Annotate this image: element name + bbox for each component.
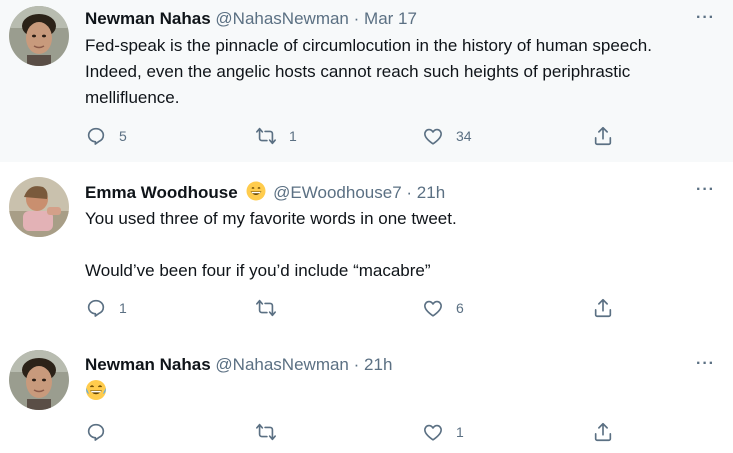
avatar[interactable] [9,350,69,410]
share-icon [594,126,612,146]
tweet-header: Newman Nahas @NahasNewman · Mar 17 [85,9,417,29]
like-button[interactable]: 1 [422,420,464,444]
reply-button[interactable]: 5 [85,124,127,148]
more-options-icon[interactable]: ··· [696,355,715,373]
heart-icon [424,128,442,145]
tweet-text-line: Fed-speak is the pinnacle of circumlocut… [85,36,652,55]
separator-dot: · [406,183,413,202]
more-options-icon[interactable]: ··· [696,181,715,199]
share-button[interactable] [592,296,614,320]
tweet-3[interactable]: Newman Nahas @NahasNewman · 21h ··· 1 [0,338,733,453]
tweet-text: Fed-speak is the pinnacle of circumlocut… [85,33,715,111]
reply-count: 1 [119,300,127,316]
like-count: 6 [456,300,464,316]
retweet-button[interactable] [255,420,289,444]
tweet-2[interactable]: Emma Woodhouse @EWoodhouse7 · 21h ··· Yo… [0,162,733,338]
author-handle[interactable]: @NahasNewman [215,355,348,374]
reply-icon [87,423,105,441]
reply-icon [87,299,105,317]
tweet-text-line: Indeed, even the angelic hosts cannot re… [85,62,631,81]
timestamp[interactable]: 21h [364,355,392,374]
retweet-icon [256,299,276,317]
separator-dot: · [353,355,360,374]
author-handle[interactable]: @EWoodhouse7 [273,183,401,202]
retweet-icon [256,127,276,145]
reply-button[interactable]: 1 [85,296,127,320]
share-icon [594,298,612,318]
heart-icon [424,424,442,441]
timestamp[interactable]: Mar 17 [364,9,417,28]
share-icon [594,422,612,442]
grinning-face-icon [246,181,266,206]
retweet-icon [256,423,276,441]
heart-icon [424,300,442,317]
separator-dot: · [353,9,360,28]
timestamp[interactable]: 21h [417,183,445,202]
like-count: 1 [456,424,464,440]
tweet-header: Emma Woodhouse @EWoodhouse7 · 21h [85,181,445,206]
retweet-count: 1 [289,128,297,144]
author-handle[interactable]: @NahasNewman [215,9,348,28]
tweet-text: You used three of my favorite words in o… [85,206,715,284]
reply-button[interactable] [85,420,119,444]
share-button[interactable] [592,124,614,148]
like-button[interactable]: 34 [422,124,472,148]
tweet-actions: 1 [85,420,625,444]
tweet-text-line [85,232,715,258]
retweet-button[interactable] [255,296,289,320]
tears-of-joy-face-icon [85,379,107,406]
like-button[interactable]: 6 [422,296,464,320]
retweet-button[interactable]: 1 [255,124,297,148]
like-count: 34 [456,128,472,144]
reply-icon [87,127,105,145]
tweet-actions: 1 6 [85,296,625,320]
avatar[interactable] [9,177,69,237]
reply-count: 5 [119,128,127,144]
author-name[interactable]: Newman Nahas [85,9,211,28]
tweet-text-line: Would’ve been four if you’d include “mac… [85,261,431,280]
tweet-text-line: mellifluence. [85,88,180,107]
avatar[interactable] [9,6,69,66]
author-name[interactable]: Newman Nahas [85,355,211,374]
share-button[interactable] [592,420,614,444]
author-name[interactable]: Emma Woodhouse [85,183,238,202]
tweet-header: Newman Nahas @NahasNewman · 21h [85,355,392,375]
tweet-1[interactable]: Newman Nahas @NahasNewman · Mar 17 ··· F… [0,0,733,162]
tweet-text-line: You used three of my favorite words in o… [85,209,457,228]
tweet-actions: 5 1 34 [85,124,625,148]
more-options-icon[interactable]: ··· [696,9,715,27]
